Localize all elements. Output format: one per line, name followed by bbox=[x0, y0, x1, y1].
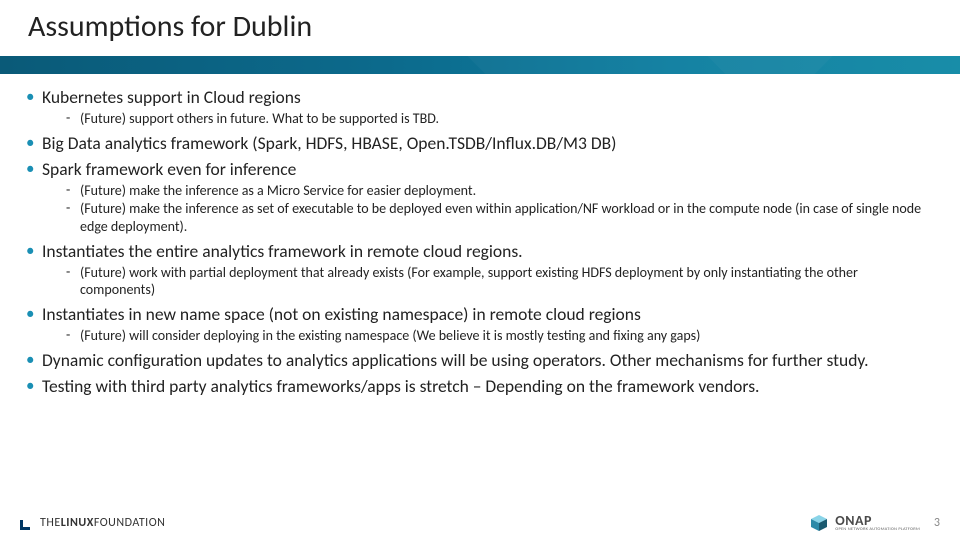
lf-text: THELINUXFOUNDATION bbox=[40, 516, 165, 530]
sub-item: (Future) will consider deploying in the … bbox=[66, 327, 936, 345]
linux-foundation-logo: THELINUXFOUNDATION bbox=[20, 516, 165, 530]
bullet-list: Kubernetes support in Cloud regions (Fut… bbox=[24, 86, 936, 397]
sub-item: (Future) make the inference as a Micro S… bbox=[66, 182, 936, 200]
sub-item: (Future) make the inference as set of ex… bbox=[66, 200, 936, 235]
page-number: 3 bbox=[934, 516, 940, 530]
bullet-item: Testing with third party analytics frame… bbox=[24, 375, 936, 397]
bullet-item: Instantiates in new name space (not on e… bbox=[24, 303, 936, 345]
footer: THELINUXFOUNDATION ONAP OPEN NETWORK AUT… bbox=[0, 510, 960, 540]
lf-suffix: FOUNDATION bbox=[94, 516, 166, 530]
sub-list: (Future) work with partial deployment th… bbox=[42, 264, 936, 299]
onap-logo: ONAP OPEN NETWORK AUTOMATION PLATFORM bbox=[809, 514, 920, 533]
sub-list: (Future) make the inference as a Micro S… bbox=[42, 182, 936, 236]
lf-bold: LINUX bbox=[61, 516, 94, 530]
onap-text: ONAP OPEN NETWORK AUTOMATION PLATFORM bbox=[835, 514, 920, 533]
sub-item: (Future) support others in future. What … bbox=[66, 110, 936, 128]
bullet-text: Instantiates the entire analytics framew… bbox=[42, 240, 523, 262]
onap-main: ONAP bbox=[835, 514, 920, 528]
bullet-item: Kubernetes support in Cloud regions (Fut… bbox=[24, 86, 936, 128]
slide-body: Kubernetes support in Cloud regions (Fut… bbox=[24, 82, 936, 504]
bullet-item: Dynamic configuration updates to analyti… bbox=[24, 349, 936, 371]
bullet-text: Spark framework even for inference bbox=[42, 158, 296, 180]
slide-title: Assumptions for Dublin bbox=[28, 8, 312, 45]
bullet-item: Instantiates the entire analytics framew… bbox=[24, 240, 936, 299]
bullet-item: Spark framework even for inference (Futu… bbox=[24, 158, 936, 236]
lf-mark-icon bbox=[20, 516, 34, 530]
bullet-text: Instantiates in new name space (not on e… bbox=[42, 303, 641, 325]
onap-cube-icon bbox=[809, 514, 829, 532]
sub-item: (Future) work with partial deployment th… bbox=[66, 264, 936, 299]
sub-list: (Future) support others in future. What … bbox=[42, 110, 936, 128]
sub-list: (Future) will consider deploying in the … bbox=[42, 327, 936, 345]
bullet-text: Kubernetes support in Cloud regions bbox=[42, 86, 301, 108]
bullet-item: Big Data analytics framework (Spark, HDF… bbox=[24, 132, 936, 154]
lf-prefix: THE bbox=[40, 516, 61, 530]
onap-tagline: OPEN NETWORK AUTOMATION PLATFORM bbox=[835, 528, 920, 533]
